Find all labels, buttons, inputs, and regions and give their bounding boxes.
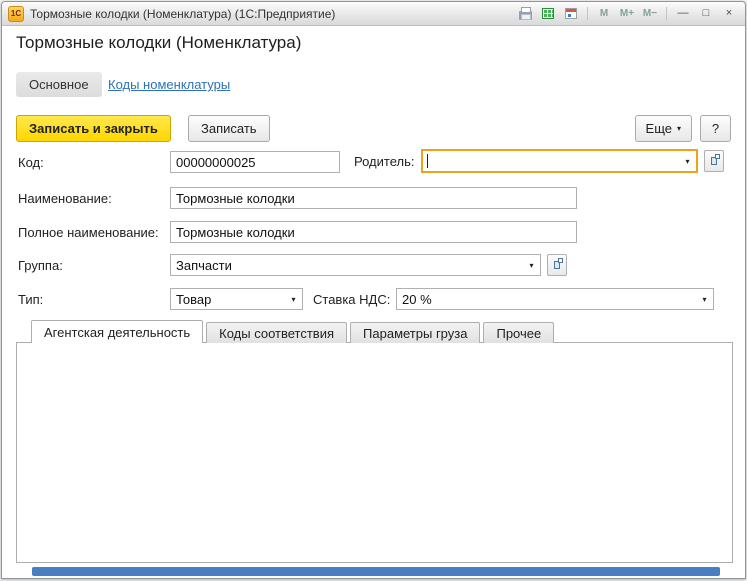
calendar-icon (565, 8, 577, 19)
vat-label: Ставка НДС: (313, 292, 390, 307)
type-label: Тип: (18, 292, 43, 307)
group-field[interactable]: Запчасти ▾ (170, 254, 541, 276)
chevron-down-icon[interactable]: ▾ (285, 289, 302, 309)
maximize-button[interactable]: □ (696, 5, 716, 23)
tab-agent-activity[interactable]: Агентская деятельность (31, 320, 203, 343)
full-name-label: Полное наименование: (18, 225, 159, 240)
titlebar: 1С Тормозные колодки (Номенклатура) (1С:… (2, 2, 745, 26)
memory-m-plus-button[interactable]: М+ (617, 5, 637, 23)
parent-open-button[interactable] (704, 150, 724, 172)
titlebar-buttons: М М+ М− — □ × (515, 5, 739, 23)
close-button[interactable]: × (719, 5, 739, 23)
text-cursor (427, 154, 428, 168)
app-window: 1С Тормозные колодки (Номенклатура) (1С:… (1, 1, 746, 579)
name-label: Наименование: (18, 191, 112, 206)
parent-label: Родитель: (354, 154, 414, 169)
memory-m-button[interactable]: М (594, 5, 614, 23)
tab-cargo-parameters[interactable]: Параметры груза (350, 322, 480, 343)
print-button[interactable] (515, 5, 535, 23)
group-value: Запчасти (171, 258, 523, 273)
group-label: Группа: (18, 258, 63, 273)
group-open-button[interactable] (547, 254, 567, 276)
window-title: Тормозные колодки (Номенклатура) (1С:Пре… (30, 7, 335, 21)
tab-correspondence-codes[interactable]: Коды соответствия (206, 322, 347, 343)
chevron-down-icon[interactable]: ▾ (523, 255, 540, 275)
help-button[interactable]: ? (700, 115, 731, 142)
tab-main[interactable]: Основное (16, 72, 102, 97)
more-button-label: Еще (646, 121, 672, 136)
page-title: Тормозные колодки (Номенклатура) (16, 33, 301, 53)
calendar-button[interactable] (561, 5, 581, 23)
save-button[interactable]: Записать (188, 115, 270, 142)
chevron-down-icon[interactable]: ▾ (696, 289, 713, 309)
titlebar-separator (587, 7, 588, 20)
code-label: Код: (18, 155, 44, 170)
open-icon (554, 261, 560, 269)
inner-tabstrip: Агентская деятельность Коды соответствия… (31, 320, 557, 343)
nomenclature-codes-link[interactable]: Коды номенклатуры (108, 77, 230, 92)
more-button[interactable]: Еще ▾ (635, 115, 692, 142)
vat-field[interactable]: 20 % ▾ (396, 288, 714, 310)
1c-logo-icon: 1С (8, 6, 24, 22)
table-icon (542, 8, 554, 19)
full-name-field[interactable] (170, 221, 577, 243)
open-icon (711, 157, 717, 165)
code-field[interactable] (170, 151, 340, 173)
tab-panel (16, 342, 733, 563)
parent-field[interactable]: ▾ (421, 149, 698, 173)
save-and-close-button[interactable]: Записать и закрыть (16, 115, 171, 142)
memory-m-minus-button[interactable]: М− (640, 5, 660, 23)
vat-value: 20 % (397, 292, 696, 307)
calculator-button[interactable] (538, 5, 558, 23)
type-value: Товар (171, 292, 285, 307)
titlebar-separator (666, 7, 667, 20)
printer-icon (519, 11, 532, 20)
name-field[interactable] (170, 187, 577, 209)
horizontal-scrollbar[interactable] (32, 567, 720, 576)
type-field[interactable]: Товар ▾ (170, 288, 303, 310)
chevron-down-icon[interactable]: ▾ (679, 151, 696, 171)
minimize-button[interactable]: — (673, 5, 693, 23)
tab-other[interactable]: Прочее (483, 322, 554, 343)
chevron-down-icon: ▾ (677, 125, 681, 133)
